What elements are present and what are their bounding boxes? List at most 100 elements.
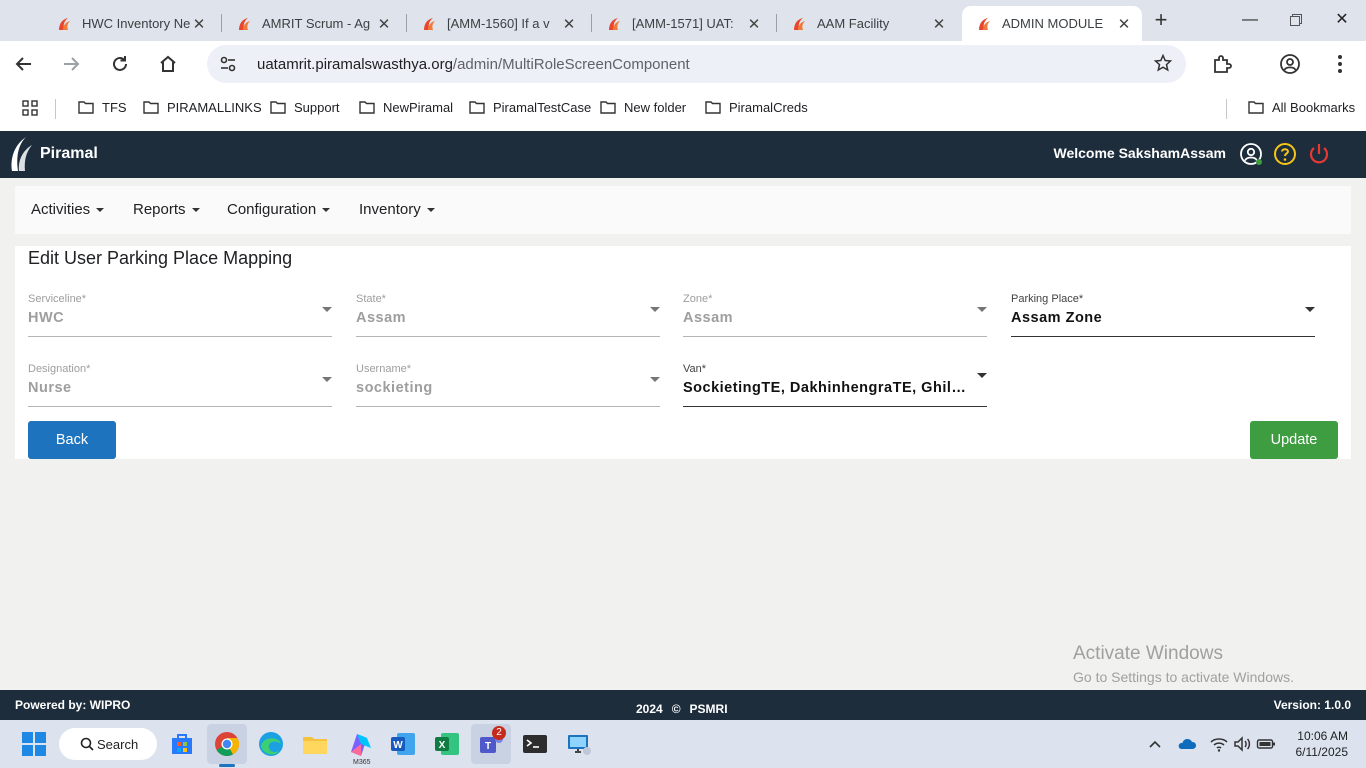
close-tab-icon[interactable]: ✕: [191, 15, 207, 33]
reload-icon[interactable]: [107, 51, 133, 77]
power-logout-icon[interactable]: [1307, 142, 1331, 166]
menu-activities[interactable]: Activities: [31, 201, 105, 218]
address-bar[interactable]: uatamrit.piramalswasthya.org/admin/Multi…: [207, 45, 1186, 83]
terminal-icon[interactable]: [521, 730, 549, 758]
file-explorer-icon[interactable]: [301, 730, 329, 758]
edge-icon[interactable]: [257, 730, 285, 758]
m365-label: M365: [353, 759, 371, 766]
activate-windows-watermark: Activate Windows Go to Settings to activ…: [1073, 643, 1294, 685]
help-icon[interactable]: [1273, 142, 1297, 166]
close-tab-icon[interactable]: ✕: [376, 15, 392, 33]
volume-icon[interactable]: [1232, 734, 1252, 754]
onedrive-cloud-icon[interactable]: [1177, 734, 1197, 754]
restore-icon[interactable]: [1284, 8, 1308, 32]
menu-label: Inventory: [359, 201, 421, 218]
bookmark-folder-support[interactable]: Support: [270, 100, 340, 115]
browser-tab[interactable]: HWC Inventory Ne ✕: [42, 6, 217, 41]
zone-select: Zone* Assam: [683, 293, 987, 337]
home-icon[interactable]: [155, 51, 181, 77]
browser-tab[interactable]: AAM Facility ✕: [777, 6, 957, 41]
bookmark-folder-new-folder[interactable]: New folder: [600, 100, 686, 115]
parking-place-select[interactable]: Parking Place* Assam Zone: [1011, 293, 1315, 337]
username-select: Username* sockieting: [356, 363, 660, 407]
taskbar-search-box[interactable]: Search: [59, 728, 157, 760]
browser-tab[interactable]: [AMM-1560] If a v ✕: [407, 6, 587, 41]
state-select: State* Assam: [356, 293, 660, 337]
new-tab-icon[interactable]: +: [1150, 7, 1172, 33]
user-profile-icon[interactable]: [1239, 142, 1263, 166]
all-bookmarks-button[interactable]: All Bookmarks: [1248, 100, 1355, 115]
bookmark-folder-piramalcreds[interactable]: PiramalCreds: [705, 100, 808, 115]
copyright-org: PSMRI: [689, 702, 728, 716]
menu-inventory[interactable]: Inventory: [359, 201, 435, 218]
clock-time: 10:06 AM: [1297, 729, 1348, 743]
back-button[interactable]: Back: [28, 421, 116, 459]
watermark-subtitle: Go to Settings to activate Windows.: [1073, 669, 1294, 685]
serviceline-select: Serviceline* HWC: [28, 293, 332, 337]
dropdown-arrow-icon[interactable]: [977, 373, 987, 378]
piramal-favicon-icon: [424, 17, 435, 30]
dropdown-arrow-icon: [977, 307, 987, 312]
minimize-icon[interactable]: —: [1238, 8, 1262, 32]
chevron-up-icon[interactable]: [1145, 734, 1165, 754]
tab-title: [AMM-1571] UAT:: [632, 16, 734, 31]
browser-tab-active[interactable]: ADMIN MODULE ✕: [962, 6, 1142, 41]
apps-grid-icon[interactable]: [22, 100, 38, 116]
watermark-title: Activate Windows: [1073, 643, 1223, 664]
browser-tab[interactable]: AMRIT Scrum - Ag ✕: [222, 6, 402, 41]
browser-menu-icon[interactable]: [1327, 51, 1353, 77]
microsoft-store-icon[interactable]: [168, 730, 196, 758]
app-footer: Powered by: WIPRO 2024 © PSMRI Version: …: [0, 690, 1366, 720]
close-tab-icon[interactable]: ✕: [561, 15, 577, 33]
windows-taskbar: Search M365 W X T 2 10:06 AM 6/11/2025: [0, 720, 1366, 768]
close-window-icon[interactable]: ✕: [1330, 8, 1354, 32]
forward-arrow-icon[interactable]: [58, 51, 84, 77]
update-button[interactable]: Update: [1250, 421, 1338, 459]
menu-reports[interactable]: Reports: [133, 201, 200, 218]
word-icon[interactable]: W: [389, 730, 417, 758]
dropdown-arrow-icon[interactable]: [1305, 307, 1315, 312]
browser-tab[interactable]: [AMM-1571] UAT: ✕: [592, 6, 772, 41]
bookmark-folder-piramaltestcase[interactable]: PiramalTestCase: [469, 100, 591, 115]
windows-start-icon[interactable]: [20, 730, 48, 758]
bookmark-star-icon[interactable]: [1154, 54, 1172, 72]
system-clock[interactable]: 10:06 AM 6/11/2025: [1296, 728, 1349, 760]
extensions-icon[interactable]: [1209, 51, 1235, 77]
welcome-text: Welcome SakshamAssam: [1053, 145, 1227, 161]
folder-icon: [359, 101, 375, 114]
url-path: /admin/MultiRoleScreenComponent: [452, 56, 690, 73]
copyright-year: 2024: [636, 702, 663, 716]
bookmark-label: Support: [294, 100, 340, 115]
excel-icon[interactable]: X: [433, 730, 461, 758]
copyright-symbol: ©: [671, 702, 681, 716]
close-tab-icon[interactable]: ✕: [746, 15, 762, 33]
field-label: Van*: [683, 363, 707, 375]
wifi-icon[interactable]: [1209, 734, 1229, 754]
profile-icon[interactable]: [1277, 51, 1303, 77]
caret-down-icon: [426, 207, 435, 212]
field-value: Nurse: [28, 380, 72, 396]
teams-notification-badge: 2: [492, 726, 506, 740]
van-multiselect[interactable]: Van* SockietingTE, DakhinhengraTE, Ghil…: [683, 363, 987, 407]
microsoft-365-icon[interactable]: [345, 730, 373, 758]
chrome-icon[interactable]: [213, 730, 241, 758]
battery-icon[interactable]: [1256, 734, 1276, 754]
dropdown-arrow-icon: [322, 377, 332, 382]
url-host: uatamrit.piramalswasthya.org: [257, 56, 453, 73]
field-label: Parking Place*: [1011, 293, 1084, 305]
menu-label: Configuration: [227, 201, 317, 218]
remote-desktop-icon[interactable]: [565, 730, 593, 758]
dropdown-arrow-icon: [322, 307, 332, 312]
close-tab-icon[interactable]: ✕: [1116, 15, 1132, 33]
menu-configuration[interactable]: Configuration: [227, 201, 331, 218]
close-tab-icon[interactable]: ✕: [931, 15, 947, 33]
folder-icon: [78, 101, 94, 114]
caret-down-icon: [322, 207, 331, 212]
bookmark-folder-newpiramal[interactable]: NewPiramal: [359, 100, 453, 115]
field-label: Zone*: [683, 293, 713, 305]
site-settings-icon[interactable]: [219, 55, 237, 73]
folder-icon: [705, 101, 721, 114]
bookmark-folder-tfs[interactable]: TFS: [78, 100, 127, 115]
back-arrow-icon[interactable]: [11, 51, 37, 77]
bookmark-folder-piramallinks[interactable]: PIRAMALLINKS: [143, 100, 262, 115]
